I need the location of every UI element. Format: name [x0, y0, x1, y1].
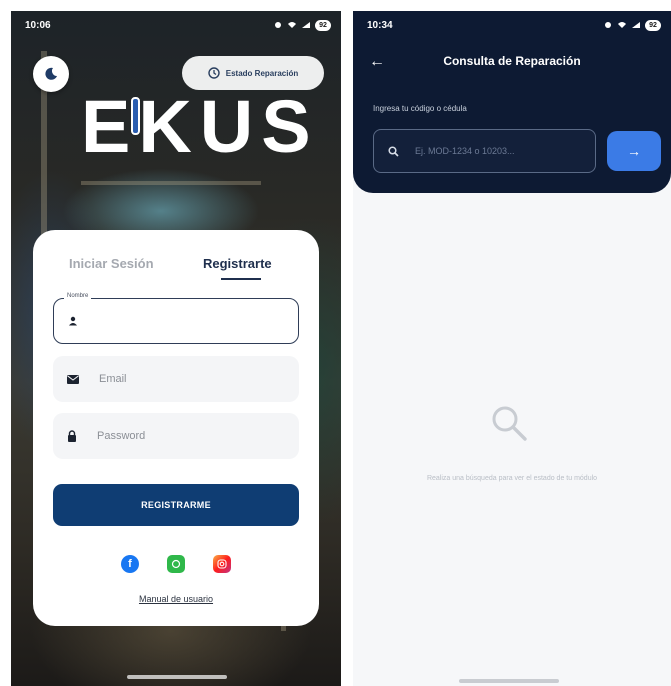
email-field[interactable]: Email [53, 356, 299, 402]
search-icon [388, 145, 399, 157]
lock-icon [68, 430, 76, 442]
signal-icon [302, 22, 310, 28]
status-time: 10:34 [367, 19, 393, 31]
password-placeholder: Password [97, 430, 146, 442]
email-placeholder: Email [99, 373, 127, 385]
status-bar: 10:06 92 [11, 11, 341, 39]
password-field[interactable]: Password [53, 413, 299, 459]
code-search-input[interactable]: Ej. MOD-1234 o 10203... [373, 129, 596, 173]
wifi-icon [618, 22, 626, 28]
arrow-right-icon: → [627, 143, 641, 159]
search-submit-button[interactable]: → [607, 131, 661, 171]
status-icons: 92 [603, 19, 661, 31]
battery-icon: 92 [645, 19, 661, 31]
facebook-icon[interactable]: f [121, 555, 139, 573]
status-icons: 92 [273, 19, 331, 31]
screenshot-stage: 10:06 92 Estado Reparación EKUS Iniciar … [0, 0, 671, 686]
register-submit-button[interactable]: REGISTRARME [53, 484, 299, 526]
ekus-logo: EKUS [81, 85, 319, 168]
moon-icon [45, 67, 57, 80]
tab-login[interactable]: Iniciar Sesión [69, 256, 154, 271]
login-screen: 10:06 92 Estado Reparación EKUS Iniciar … [11, 11, 341, 686]
search-placeholder: Ej. MOD-1234 o 10203... [415, 146, 515, 156]
name-field-label: Nombre [64, 293, 92, 299]
auth-card: Iniciar Sesión Registrarte Nombre Email [33, 230, 319, 626]
active-tab-indicator [221, 278, 261, 280]
battery-icon: 92 [315, 19, 331, 31]
status-bar: 10:34 92 [353, 11, 671, 39]
page-title: Consulta de Reparación [443, 54, 581, 68]
auth-tabs: Iniciar Sesión Registrarte [33, 256, 319, 286]
repair-status-icon [208, 67, 220, 79]
repair-lookup-screen: 10:34 92 ← Consulta de Reparación Ingres… [353, 11, 671, 686]
name-field[interactable]: Nombre [53, 293, 299, 344]
signal-icon [632, 22, 640, 28]
tab-register[interactable]: Registrarte [203, 256, 272, 271]
empty-state-message: Realiza una búsqueda para ver el estado … [426, 475, 598, 482]
social-links: f [33, 555, 319, 575]
home-indicator[interactable] [127, 675, 227, 679]
home-indicator[interactable] [459, 679, 559, 683]
status-time: 10:06 [25, 19, 51, 31]
user-manual-link[interactable]: Manual de usuario [33, 594, 319, 604]
theme-toggle-button[interactable] [33, 56, 69, 92]
person-icon [69, 316, 77, 326]
alarm-icon [605, 22, 611, 28]
logo-accent-mark [131, 97, 140, 135]
mail-icon [67, 374, 79, 384]
wifi-icon [288, 22, 296, 28]
background-pipe [81, 181, 261, 185]
lookup-header: 10:34 92 ← Consulta de Reparación Ingres… [353, 11, 671, 193]
empty-search-icon [492, 406, 527, 441]
search-prompt-label: Ingresa tu código o cédula [373, 104, 467, 113]
instagram-icon[interactable] [213, 555, 231, 573]
whatsapp-icon[interactable] [167, 555, 185, 573]
alarm-icon [275, 22, 281, 28]
estado-reparacion-label: Estado Reparación [225, 68, 299, 78]
